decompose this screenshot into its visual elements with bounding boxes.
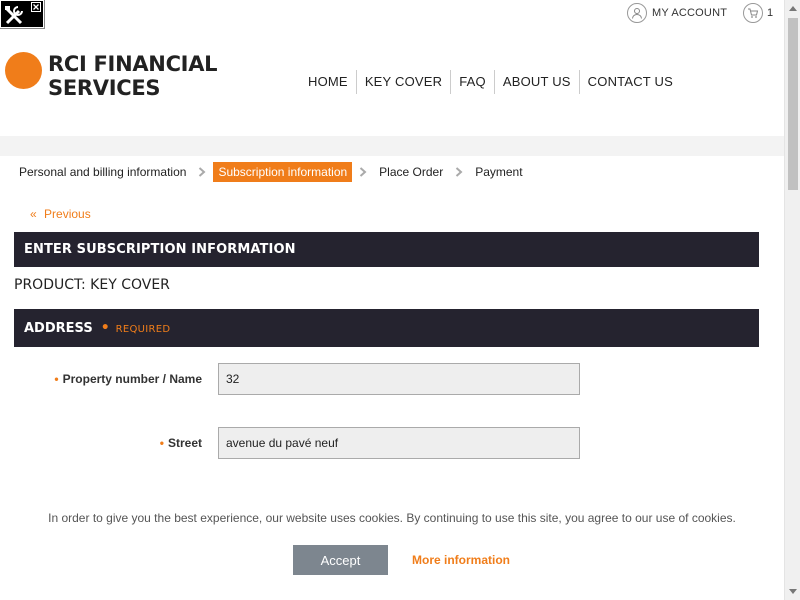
nav-home[interactable]: HOME — [300, 70, 357, 94]
street-label-text: Street — [167, 436, 202, 450]
section-header: ENTER SUBSCRIPTION INFORMATION — [14, 232, 759, 267]
previous-label: Previous — [44, 207, 91, 221]
street-label: • Street — [160, 436, 202, 450]
previous-link[interactable]: « Previous — [30, 207, 91, 221]
required-bullet-icon: • — [54, 372, 59, 386]
cart-count: 1 — [767, 7, 774, 19]
property-number-input[interactable] — [218, 363, 580, 395]
cart-icon — [743, 3, 763, 23]
chevron-right-icon — [448, 167, 470, 177]
chevron-right-icon — [191, 167, 213, 177]
address-title: ADDRESS — [24, 321, 93, 336]
required-bullet-icon: • — [159, 436, 164, 450]
property-number-label-text: Property number / Name — [62, 372, 202, 386]
nav-key-cover[interactable]: KEY COVER — [357, 70, 452, 94]
scroll-down-icon[interactable] — [785, 584, 800, 600]
logo-text: RCI FINANCIAL SERVICES — [48, 52, 218, 100]
product-title: PRODUCT: KEY COVER — [14, 277, 170, 293]
scroll-up-icon[interactable] — [785, 0, 800, 16]
logo-line1: RCI FINANCIAL — [48, 52, 218, 76]
address-header: ADDRESS • REQUIRED — [14, 309, 759, 347]
required-label: REQUIRED — [115, 324, 171, 335]
logo-line2: SERVICES — [48, 76, 161, 100]
step-place-order[interactable]: Place Order — [374, 162, 448, 182]
cart-link[interactable]: 1 — [743, 3, 773, 23]
user-icon — [627, 3, 647, 23]
step-payment[interactable]: Payment — [470, 162, 527, 182]
step-subscription[interactable]: Subscription information — [213, 162, 353, 182]
my-account-link[interactable]: MY ACCOUNT — [627, 3, 727, 23]
accept-cookies-button[interactable]: Accept — [293, 545, 388, 575]
street-row: • Street — [0, 427, 784, 459]
divider-band — [0, 136, 784, 156]
property-number-row: • Property number / Name — [0, 363, 784, 395]
nav-faq[interactable]: FAQ — [451, 70, 495, 94]
step-personal-billing[interactable]: Personal and billing information — [14, 162, 191, 182]
property-number-label: • Property number / Name — [54, 372, 202, 386]
street-input[interactable] — [218, 427, 580, 459]
main-nav: HOME KEY COVER FAQ ABOUT US CONTACT US — [300, 70, 681, 94]
cookie-banner: In order to give you the best experience… — [0, 494, 784, 600]
logo-mark — [5, 52, 42, 89]
logo[interactable]: RCI FINANCIAL SERVICES — [5, 52, 218, 100]
required-bullet-icon: • — [100, 320, 110, 336]
more-information-link[interactable]: More information — [412, 553, 510, 567]
cookie-message: In order to give you the best experience… — [48, 511, 736, 525]
double-chevron-left-icon: « — [30, 207, 37, 221]
checkout-steps: Personal and billing information Subscri… — [14, 162, 528, 182]
chevron-right-icon — [352, 167, 374, 177]
vertical-scrollbar[interactable] — [784, 0, 800, 600]
my-account-label: MY ACCOUNT — [652, 7, 728, 19]
nav-about-us[interactable]: ABOUT US — [495, 70, 580, 94]
nav-contact-us[interactable]: CONTACT US — [580, 70, 681, 94]
scrollbar-thumb[interactable] — [788, 18, 798, 190]
top-bar: MY ACCOUNT 1 — [0, 0, 784, 26]
